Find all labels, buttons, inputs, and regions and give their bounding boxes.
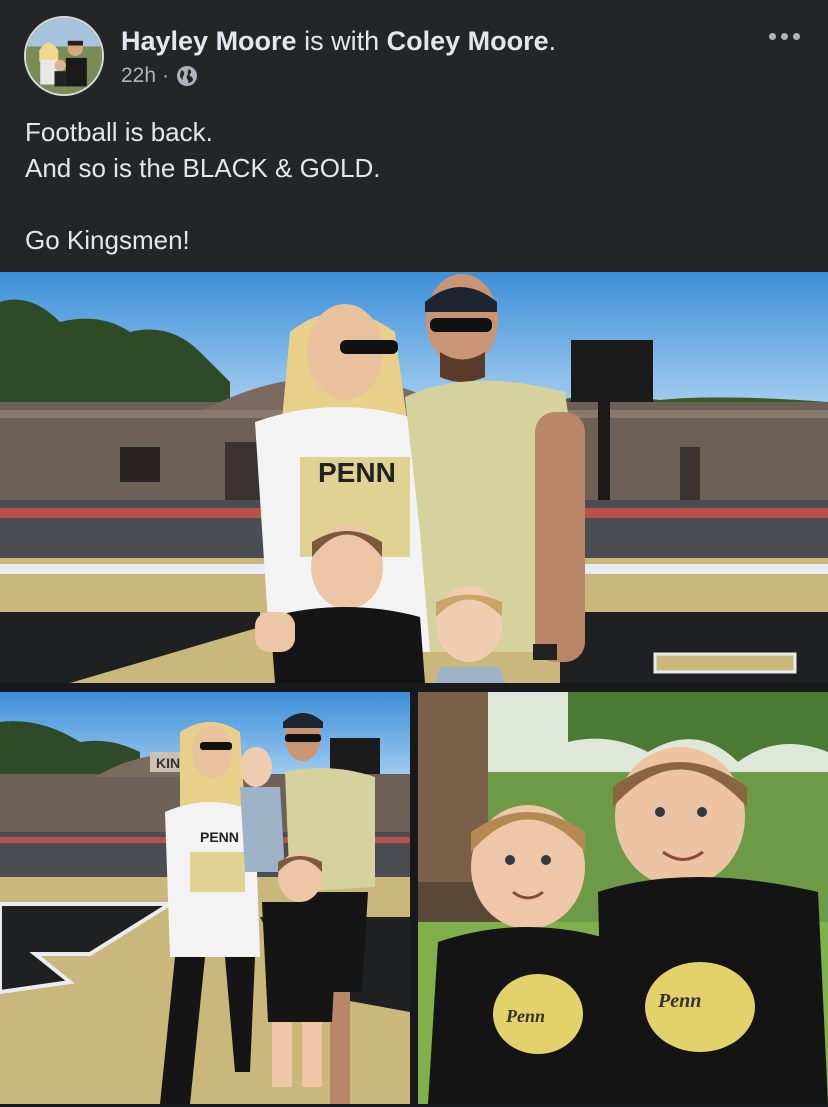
more-dot [768, 32, 776, 40]
author-avatar[interactable] [24, 16, 104, 96]
post-text-line [25, 186, 805, 222]
more-options-icon[interactable] [766, 24, 802, 48]
shirt-text: PENN [318, 457, 396, 488]
post-text: Football is back. And so is the BLACK & … [25, 114, 805, 258]
post-text-line: Go Kingsmen! [25, 225, 190, 255]
meta-separator: · [162, 64, 170, 87]
name-period: . [548, 26, 557, 56]
shirt-text-right-child: Penn [657, 990, 701, 1012]
photo-bottom-left[interactable]: KINGS PENN [0, 692, 410, 1104]
photo-main[interactable]: PENN [0, 272, 828, 683]
post-text-line: Football is back. [25, 117, 213, 147]
post-time[interactable]: 22h [121, 62, 156, 90]
globe-icon[interactable] [175, 64, 199, 88]
author-line: Hayley Moore is with Coley Moore. [121, 24, 556, 58]
photo-bottom-right[interactable]: Penn Penn [418, 692, 828, 1104]
post-meta: 22h · [121, 62, 199, 90]
shirt-text-left-child: Penn [505, 1006, 545, 1026]
post-text-line: And so is the BLACK & GOLD. [25, 153, 381, 183]
tagged-name[interactable]: Coley Moore [387, 26, 549, 56]
post-header: Hayley Moore is with Coley Moore. 22h · [0, 0, 828, 104]
author-name[interactable]: Hayley Moore [121, 26, 297, 56]
photo-grid: PENN KINGS PENN Penn Penn [0, 272, 828, 1107]
shirt-text-left: PENN [200, 829, 239, 845]
avatar-photo [26, 18, 102, 94]
more-dot [780, 32, 788, 40]
with-text: is with [304, 26, 380, 56]
more-dot [792, 32, 800, 40]
